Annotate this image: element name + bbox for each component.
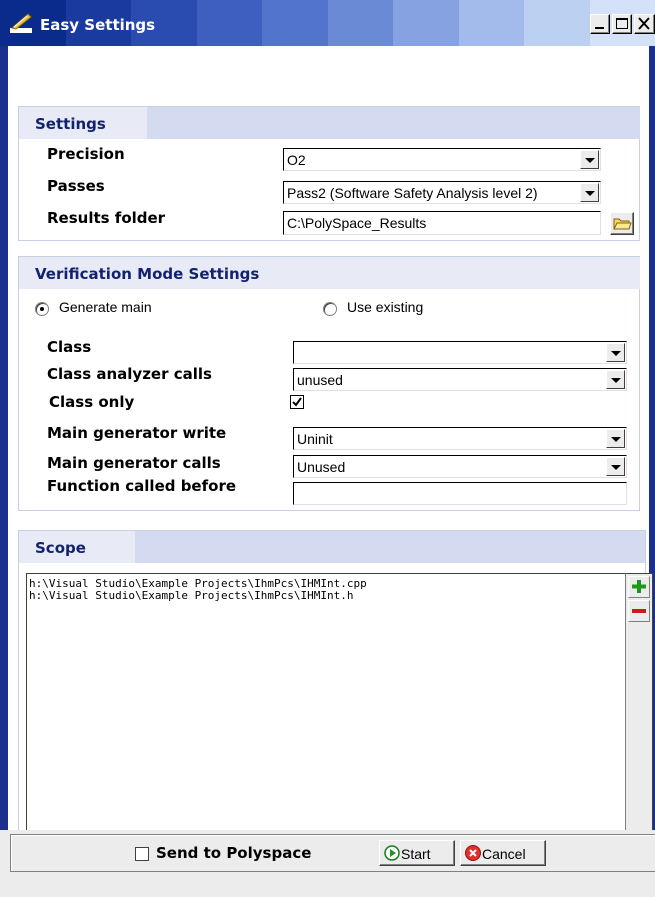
precision-select[interactable]: O2 — [283, 148, 601, 171]
precision-label: Precision — [47, 145, 125, 163]
verification-group: Verification Mode Settings Generate main… — [18, 256, 640, 511]
function-called-before-input[interactable] — [293, 482, 627, 505]
class-analyzer-calls-value: unused — [297, 372, 343, 388]
class-label: Class — [47, 338, 92, 356]
class-only-checkbox[interactable] — [290, 395, 304, 409]
add-file-button[interactable] — [628, 576, 650, 598]
maximize-button[interactable] — [612, 14, 632, 34]
app-feather-icon — [10, 13, 32, 33]
chevron-down-icon[interactable] — [606, 457, 625, 476]
cancel-label: Cancel — [482, 846, 526, 862]
results-folder-input[interactable]: C:\PolySpace_Results — [283, 211, 601, 235]
scope-header: Scope — [19, 531, 135, 563]
scope-group: Scope h:\Visual Studio\Example Projects\… — [18, 530, 653, 895]
results-folder-value: C:\PolySpace_Results — [287, 215, 427, 231]
cancel-icon — [465, 845, 481, 861]
chevron-down-icon[interactable] — [580, 150, 599, 169]
passes-label: Passes — [47, 177, 105, 195]
dialog-body: Settings Precision O2 Passes Pass2 (Soft… — [0, 46, 655, 895]
browse-folder-button[interactable] — [610, 212, 634, 235]
minimize-icon — [595, 27, 604, 29]
close-button[interactable] — [634, 14, 655, 34]
use-existing-label: Use existing — [347, 299, 424, 315]
verification-header: Verification Mode Settings — [19, 257, 640, 289]
settings-header-bar — [147, 107, 640, 139]
title-bar: Easy Settings — [0, 0, 655, 46]
class-analyzer-calls-label: Class analyzer calls — [47, 365, 212, 383]
remove-file-button[interactable] — [628, 600, 650, 622]
precision-value: O2 — [287, 152, 306, 168]
generate-main-radio[interactable] — [35, 302, 49, 316]
use-existing-radio[interactable] — [323, 302, 337, 316]
chevron-down-icon[interactable] — [580, 183, 599, 202]
bottom-bar: Send to Polyspace Start Cancel — [0, 830, 655, 897]
start-button[interactable]: Start — [379, 840, 455, 866]
main-generator-calls-value: Unused — [297, 459, 346, 475]
close-icon — [638, 17, 650, 30]
checkmark-icon — [292, 397, 302, 407]
passes-select[interactable]: Pass2 (Software Safety Analysis level 2) — [283, 181, 601, 204]
chevron-down-icon[interactable] — [606, 370, 625, 389]
class-analyzer-calls-select[interactable]: unused — [293, 368, 627, 391]
function-called-before-label: Function called before — [47, 477, 237, 495]
plus-icon — [632, 580, 646, 593]
play-icon — [384, 845, 400, 861]
class-only-label: Class only — [49, 393, 135, 411]
main-generator-write-label: Main generator write — [47, 424, 227, 442]
class-select[interactable] — [293, 341, 627, 364]
minus-icon — [632, 609, 646, 613]
settings-header: Settings — [19, 107, 147, 139]
main-generator-calls-select[interactable]: Unused — [293, 455, 627, 478]
action-row: Send to Polyspace Start Cancel — [10, 834, 655, 872]
chevron-down-icon[interactable] — [606, 429, 625, 448]
list-item[interactable]: h:\Visual Studio\Example Projects\IhmPcs… — [29, 589, 354, 602]
folder-icon — [613, 218, 632, 230]
scope-header-bar — [135, 531, 645, 563]
generate-main-label: Generate main — [59, 299, 152, 315]
main-generator-write-value: Uninit — [297, 431, 333, 447]
passes-value: Pass2 (Software Safety Analysis level 2) — [287, 185, 538, 201]
results-folder-label: Results folder — [47, 209, 166, 227]
start-label: Start — [401, 846, 431, 862]
main-generator-calls-label: Main generator calls — [47, 454, 221, 472]
send-to-polyspace-label: Send to Polyspace — [156, 844, 312, 862]
send-to-polyspace-checkbox[interactable] — [135, 847, 149, 861]
main-generator-write-select[interactable]: Uninit — [293, 427, 627, 450]
window-title: Easy Settings — [40, 16, 156, 34]
minimize-button[interactable] — [590, 14, 610, 34]
chevron-down-icon[interactable] — [606, 343, 625, 362]
maximize-icon — [616, 18, 628, 29]
cancel-button[interactable]: Cancel — [460, 840, 546, 866]
settings-group: Settings Precision O2 Passes Pass2 (Soft… — [18, 106, 640, 241]
